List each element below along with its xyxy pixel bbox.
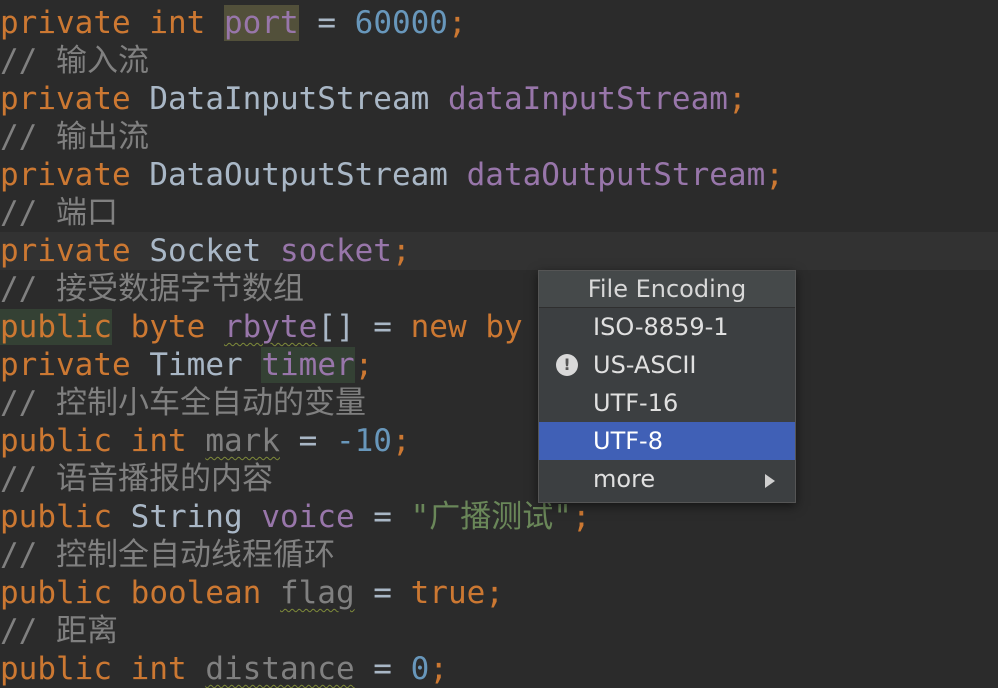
keyword: int xyxy=(130,423,187,459)
comment: // 距离 xyxy=(0,613,118,649)
type-name: Socket xyxy=(149,233,262,269)
semicolon: ; xyxy=(391,233,411,269)
keyword: int xyxy=(130,651,187,687)
file-encoding-popup: File Encoding ISO-8859-1 ! US-ASCII UTF-… xyxy=(538,270,796,503)
operator: = xyxy=(354,309,411,345)
semicolon: ; xyxy=(391,423,411,459)
field-name: distance xyxy=(205,651,355,687)
encoding-item-more[interactable]: more xyxy=(539,460,795,498)
code-line-flag[interactable]: public boolean flag = true; xyxy=(0,574,998,612)
type-name: String xyxy=(130,499,243,535)
semicolon: ; xyxy=(429,651,448,687)
keyword: public xyxy=(0,499,112,535)
popup-title: File Encoding xyxy=(539,271,795,308)
field-name: dataInputStream xyxy=(447,81,728,117)
encoding-item-us-ascii[interactable]: ! US-ASCII xyxy=(539,346,795,384)
keyword: byte xyxy=(130,309,206,345)
brackets: [] xyxy=(317,309,355,345)
code-line-dataoutputstream[interactable]: private DataOutputStream dataOutputStrea… xyxy=(0,156,998,194)
encoding-label: more xyxy=(593,465,656,493)
submenu-arrow-icon xyxy=(765,474,775,488)
comment: // 控制小车全自动的变量 xyxy=(0,385,366,421)
comment: // 端口 xyxy=(0,195,118,231)
keyword: private xyxy=(0,81,131,117)
field-name: voice xyxy=(261,499,355,535)
encoding-label: UTF-8 xyxy=(593,427,663,455)
keyword: private xyxy=(0,347,131,383)
field-name: timer xyxy=(261,347,355,383)
code-line-comment[interactable]: // 输出流 xyxy=(0,118,998,156)
code-line-comment[interactable]: // 距离 xyxy=(0,612,998,650)
keyword: public xyxy=(0,651,112,687)
semicolon: ; xyxy=(727,81,747,117)
keyword: private xyxy=(0,233,131,269)
warning-icon: ! xyxy=(556,354,578,376)
comment: // 语音播报的内容 xyxy=(0,461,273,497)
encoding-label: UTF-16 xyxy=(593,389,679,417)
code-line-port[interactable]: private int port = 60000; xyxy=(0,4,998,42)
comment: // 输入流 xyxy=(0,43,149,79)
comment: // 控制全自动线程循环 xyxy=(0,537,335,573)
code-line-comment[interactable]: // 接受数据字节数组 xyxy=(0,270,998,308)
operator: = xyxy=(354,499,411,535)
operator: = xyxy=(354,651,411,687)
semicolon: ; xyxy=(571,499,591,535)
field-name: flag xyxy=(279,575,355,611)
keyword: private xyxy=(0,5,131,41)
number-literal: -10 xyxy=(335,423,392,459)
keyword: new xyxy=(410,309,467,345)
encoding-item-utf-8[interactable]: UTF-8 xyxy=(539,422,795,460)
string-literal: "广播测试" xyxy=(410,499,572,535)
keyword: public xyxy=(0,423,112,459)
code-line-voice[interactable]: public String voice = "广播测试"; xyxy=(0,498,998,536)
semicolon: ; xyxy=(447,5,467,41)
keyword: by xyxy=(485,309,523,345)
code-line-rbyte[interactable]: public byte rbyte[] = new by xyxy=(0,308,998,346)
number-literal: 0 xyxy=(410,651,430,687)
code-line-timer[interactable]: private Timer timer; xyxy=(0,346,998,384)
operator: = xyxy=(298,5,355,41)
code-line-mark[interactable]: public int mark = -10; xyxy=(0,422,998,460)
keyword: true xyxy=(410,575,486,611)
semicolon: ; xyxy=(765,157,784,193)
code-line-comment[interactable]: // 端口 xyxy=(0,194,998,232)
type-name: Timer xyxy=(149,347,243,383)
keyword: int xyxy=(149,5,206,41)
code-line-comment[interactable]: // 语音播报的内容 xyxy=(0,460,998,498)
field-name: dataOutputStream xyxy=(466,157,766,193)
code-editor[interactable]: private int port = 60000; // 输入流 private… xyxy=(0,0,998,688)
code-line-distance[interactable]: public int distance = 0; xyxy=(0,650,998,688)
field-name: socket xyxy=(279,233,392,269)
keyword: public xyxy=(0,309,112,345)
code-line-datainputstream[interactable]: private DataInputStream dataInputStream; xyxy=(0,80,998,118)
type-name: DataOutputStream xyxy=(149,157,448,193)
code-line-comment[interactable]: // 输入流 xyxy=(0,42,998,80)
comment: // 输出流 xyxy=(0,119,149,155)
type-name: DataInputStream xyxy=(149,81,430,117)
field-name: rbyte xyxy=(223,309,318,345)
semicolon: ; xyxy=(354,347,374,383)
keyword: private xyxy=(0,157,131,193)
operator: = xyxy=(354,575,411,611)
keyword: boolean xyxy=(130,575,262,611)
comment: // 接受数据字节数组 xyxy=(0,271,304,307)
semicolon: ; xyxy=(485,575,504,611)
encoding-label: US-ASCII xyxy=(593,351,697,379)
encoding-item-iso-8859-1[interactable]: ISO-8859-1 xyxy=(539,308,795,346)
code-line-comment[interactable]: // 控制小车全自动的变量 xyxy=(0,384,998,422)
code-line-comment[interactable]: // 控制全自动线程循环 xyxy=(0,536,998,574)
field-name: port xyxy=(224,5,299,41)
number-literal: 60000 xyxy=(354,5,448,41)
encoding-label: ISO-8859-1 xyxy=(593,313,729,341)
field-name: mark xyxy=(205,423,280,459)
operator: = xyxy=(279,423,336,459)
keyword: public xyxy=(0,575,112,611)
code-line-socket[interactable]: private Socket socket; xyxy=(0,232,998,270)
encoding-item-utf-16[interactable]: UTF-16 xyxy=(539,384,795,422)
